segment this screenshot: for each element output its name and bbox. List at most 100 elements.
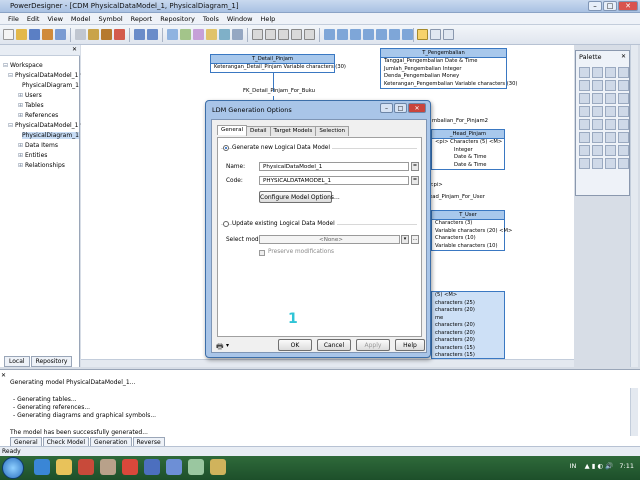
app-icon[interactable]	[166, 459, 182, 475]
select-model-ellipsis-button[interactable]: …	[411, 235, 419, 244]
tree-item[interactable]: ⊞ Entities	[18, 152, 47, 159]
tree-item[interactable]: ⊞ Tables	[18, 102, 44, 109]
line-tool-icon[interactable]	[579, 119, 590, 130]
undo-icon[interactable]	[134, 29, 145, 40]
menu-window[interactable]: Window	[223, 13, 257, 24]
arc-tool-icon[interactable]	[592, 119, 603, 130]
browser-icon[interactable]	[167, 29, 178, 40]
cut-icon[interactable]	[75, 29, 86, 40]
align-icon[interactable]	[324, 29, 335, 40]
tab-detail[interactable]: Detail	[246, 126, 271, 136]
misc-tool-icon[interactable]	[605, 158, 616, 169]
menu-symbol[interactable]: Symbol	[94, 13, 126, 24]
start-button[interactable]	[2, 457, 24, 479]
misc-tool-icon[interactable]	[618, 145, 629, 156]
tree-item[interactable]: ⊟ Workspace	[3, 62, 43, 69]
rounded-rect-tool-icon[interactable]	[579, 132, 590, 143]
update-existing-radio[interactable]	[223, 221, 229, 227]
close-icon[interactable]: ✕	[72, 46, 77, 53]
menu-report[interactable]: Report	[127, 13, 157, 24]
delete-icon[interactable]	[114, 29, 125, 40]
save-all-icon[interactable]	[42, 29, 53, 40]
menu-tools[interactable]: Tools	[199, 13, 223, 24]
close-icon[interactable]: ✕	[1, 372, 6, 379]
entity-pengembalian[interactable]: T_Pengembalian Tanggal_Pengembalian Date…	[380, 48, 517, 89]
powerdesigner-icon[interactable]	[188, 459, 204, 475]
output-scrollbar[interactable]	[630, 388, 638, 436]
cancel-button[interactable]: Cancel	[317, 339, 351, 351]
dialog-minimize-button[interactable]: –	[380, 103, 393, 113]
file-tool-icon[interactable]	[579, 106, 590, 117]
ie-icon[interactable]	[34, 459, 50, 475]
select-model-arrow[interactable]: ▾	[401, 235, 409, 244]
reference-tool-icon[interactable]	[592, 93, 603, 104]
name-field[interactable]: PhysicalDataModel_1	[259, 162, 409, 171]
ok-button[interactable]: OK	[278, 339, 312, 351]
tree-item[interactable]: ⊟ PhysicalDataModel_1 *	[8, 72, 83, 79]
apply-button[interactable]: Apply	[356, 339, 390, 351]
menu-file[interactable]: File	[4, 13, 23, 24]
tab-repository[interactable]: Repository	[30, 356, 73, 367]
polygon-tool-icon[interactable]	[605, 132, 616, 143]
menu-model[interactable]: Model	[67, 13, 95, 24]
redo-icon[interactable]	[147, 29, 158, 40]
entity-selected[interactable]: (5) <M> characters (25) characters (20) …	[431, 291, 505, 359]
chevron-down-icon[interactable]: ▾	[226, 342, 229, 349]
horizontal-scrollbar[interactable]	[81, 359, 574, 367]
zoom-out-icon[interactable]	[265, 29, 276, 40]
save-icon[interactable]	[29, 29, 40, 40]
misc-tool-icon[interactable]	[592, 158, 603, 169]
zoom-in-icon[interactable]	[252, 29, 263, 40]
language-indicator[interactable]: IN	[570, 462, 577, 470]
tab-selection[interactable]: Selection	[315, 126, 350, 136]
generate-new-radio[interactable]	[223, 145, 229, 151]
menu-repository[interactable]: Repository	[156, 13, 199, 24]
procedure-tool-icon[interactable]	[605, 93, 616, 104]
app-icon[interactable]	[100, 459, 116, 475]
tree-item[interactable]: ⊞ Users	[18, 92, 42, 99]
tree-item[interactable]: PhysicalDiagram_1	[22, 82, 79, 89]
zoom-out-tool-icon[interactable]	[618, 67, 629, 78]
menu-help[interactable]: Help	[256, 13, 279, 24]
output-icon[interactable]	[180, 29, 191, 40]
window-layout-icon[interactable]	[443, 29, 454, 40]
app-icon[interactable]	[210, 459, 226, 475]
symbol-icon[interactable]	[337, 29, 348, 40]
tree-item[interactable]: ⊞ Relationships	[18, 162, 65, 169]
text-tool-icon[interactable]	[618, 106, 629, 117]
pointer-icon[interactable]	[579, 67, 590, 78]
layout-icon[interactable]	[350, 29, 361, 40]
grabber-icon[interactable]	[592, 67, 603, 78]
note-tool-icon[interactable]	[605, 106, 616, 117]
select-model-dropdown[interactable]: <None>	[259, 235, 400, 244]
tree-item[interactable]: ⊞ References	[18, 112, 58, 119]
delete-tool-icon[interactable]	[605, 80, 616, 91]
properties-tool-icon[interactable]	[592, 80, 603, 91]
help-button[interactable]: Help	[395, 339, 425, 351]
freeform-tool-icon[interactable]	[618, 132, 629, 143]
misc-tool-icon[interactable]	[605, 145, 616, 156]
tree-item[interactable]: ⊞ Data Items	[18, 142, 58, 149]
tree-item[interactable]: ⊟ PhysicalDataModel_1 *	[8, 122, 83, 129]
tab-target-models[interactable]: Target Models	[269, 126, 317, 136]
misc-tool-icon[interactable]	[579, 158, 590, 169]
link-tool-icon[interactable]	[592, 106, 603, 117]
zoom-in-tool-icon[interactable]	[605, 67, 616, 78]
ellipse-tool-icon[interactable]	[618, 119, 629, 130]
arrange-icon[interactable]	[363, 29, 374, 40]
new-icon[interactable]	[3, 29, 14, 40]
dialog-maximize-button[interactable]: □	[394, 103, 407, 113]
entity-detail-pinjam[interactable]: T_Detail_Pinjam Keterangan_Detail_Pinjam…	[210, 54, 346, 73]
menu-view[interactable]: View	[43, 13, 66, 24]
tab-local[interactable]: Local	[4, 356, 30, 367]
format-icon[interactable]	[376, 29, 387, 40]
minimize-button[interactable]: –	[588, 1, 602, 11]
print-icon[interactable]	[55, 29, 66, 40]
table-tool-icon[interactable]	[618, 80, 629, 91]
open-diagram-icon[interactable]	[579, 80, 590, 91]
view-tool-icon[interactable]	[579, 93, 590, 104]
close-icon[interactable]: ✕	[621, 53, 626, 60]
print-icon[interactable]: 🖶	[216, 341, 224, 355]
palette-toggle-icon[interactable]	[417, 29, 428, 40]
find-icon[interactable]	[206, 29, 217, 40]
